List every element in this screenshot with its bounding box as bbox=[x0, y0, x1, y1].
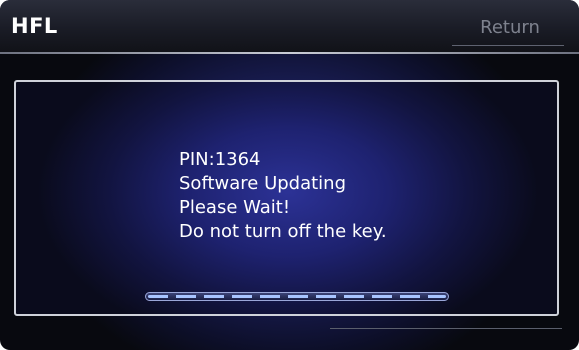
return-button[interactable]: Return bbox=[450, 12, 570, 44]
header-bar: HFL Return bbox=[0, 0, 579, 52]
update-dialog: PIN:1364 Software Updating Please Wait! … bbox=[14, 80, 559, 316]
bottom-divider bbox=[330, 328, 562, 329]
update-progress-bar bbox=[145, 292, 449, 301]
header-divider bbox=[0, 52, 579, 54]
progress-fill bbox=[148, 295, 446, 298]
warning-text: Do not turn off the key. bbox=[179, 221, 387, 242]
wait-text: Please Wait! bbox=[179, 197, 291, 218]
return-button-underline bbox=[452, 45, 564, 46]
head-unit-screen: HFL Return PIN:1364 Software Updating Pl… bbox=[0, 0, 579, 350]
update-message: PIN:1364 Software Updating Please Wait! … bbox=[179, 148, 387, 244]
status-text: Software Updating bbox=[179, 173, 347, 194]
screen-title: HFL bbox=[11, 14, 58, 38]
pin-text: PIN:1364 bbox=[179, 149, 261, 170]
